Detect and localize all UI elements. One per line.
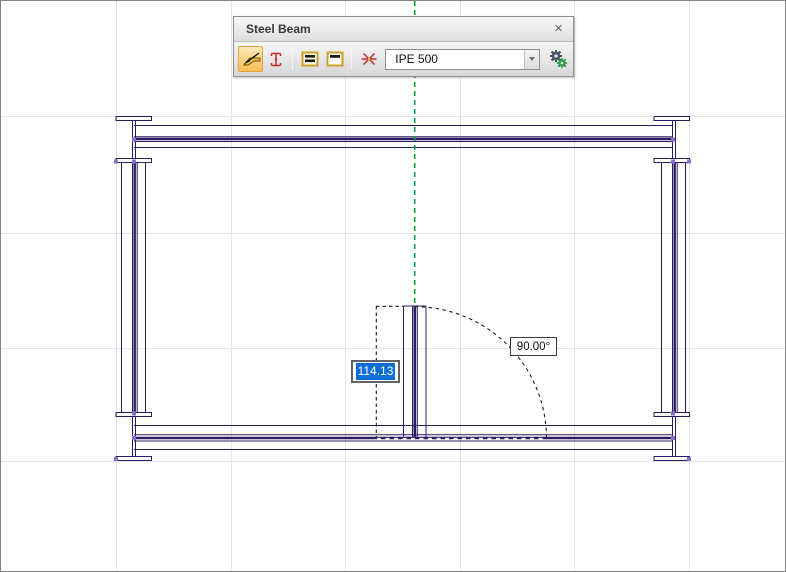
beam-right[interactable] [662, 163, 686, 413]
frame-view-icon [324, 48, 346, 70]
steel-beam-palette: Steel Beam × [233, 16, 574, 77]
close-icon[interactable]: × [550, 20, 567, 37]
single-beam-icon [240, 48, 262, 70]
grid-lines [1, 1, 786, 572]
i-profile-icon [265, 48, 287, 70]
beam-top[interactable] [134, 126, 673, 148]
palette-title-bar[interactable]: Steel Beam × [234, 17, 573, 42]
tracker-angle-value: 90.00° [517, 341, 550, 353]
single-beam-button[interactable] [238, 46, 263, 72]
beam-new-placement[interactable] [404, 306, 427, 439]
angle-arc [415, 307, 547, 439]
node-handles [114, 138, 691, 462]
toolbar-separator [292, 48, 293, 70]
cad-window: 114.13 90.00° Steel Beam × [0, 0, 786, 572]
tracker-angle-field[interactable]: 90.00° [510, 337, 557, 356]
snap-reference-button[interactable] [356, 46, 381, 72]
tracker-length-input[interactable]: 114.13 [351, 360, 400, 383]
chevron-down-icon[interactable] [524, 50, 539, 69]
palette-title: Steel Beam [246, 22, 311, 36]
beam-left[interactable] [122, 163, 146, 413]
drawing-canvas[interactable] [1, 1, 786, 572]
profile-section-button[interactable] [263, 46, 288, 72]
top-view-icon [299, 48, 321, 70]
toolbar-separator [351, 48, 352, 70]
top-view-mode-button[interactable] [297, 46, 322, 72]
settings-button[interactable] [547, 48, 569, 70]
profile-select-value: IPE 500 [386, 52, 524, 66]
profile-select[interactable]: IPE 500 [385, 49, 540, 70]
snap-star-icon [358, 48, 380, 70]
frame-view-mode-button[interactable] [322, 46, 347, 72]
tracker-length-value: 114.13 [356, 363, 396, 380]
palette-toolbar: IPE 500 [234, 42, 573, 76]
gears-icon [547, 48, 569, 70]
